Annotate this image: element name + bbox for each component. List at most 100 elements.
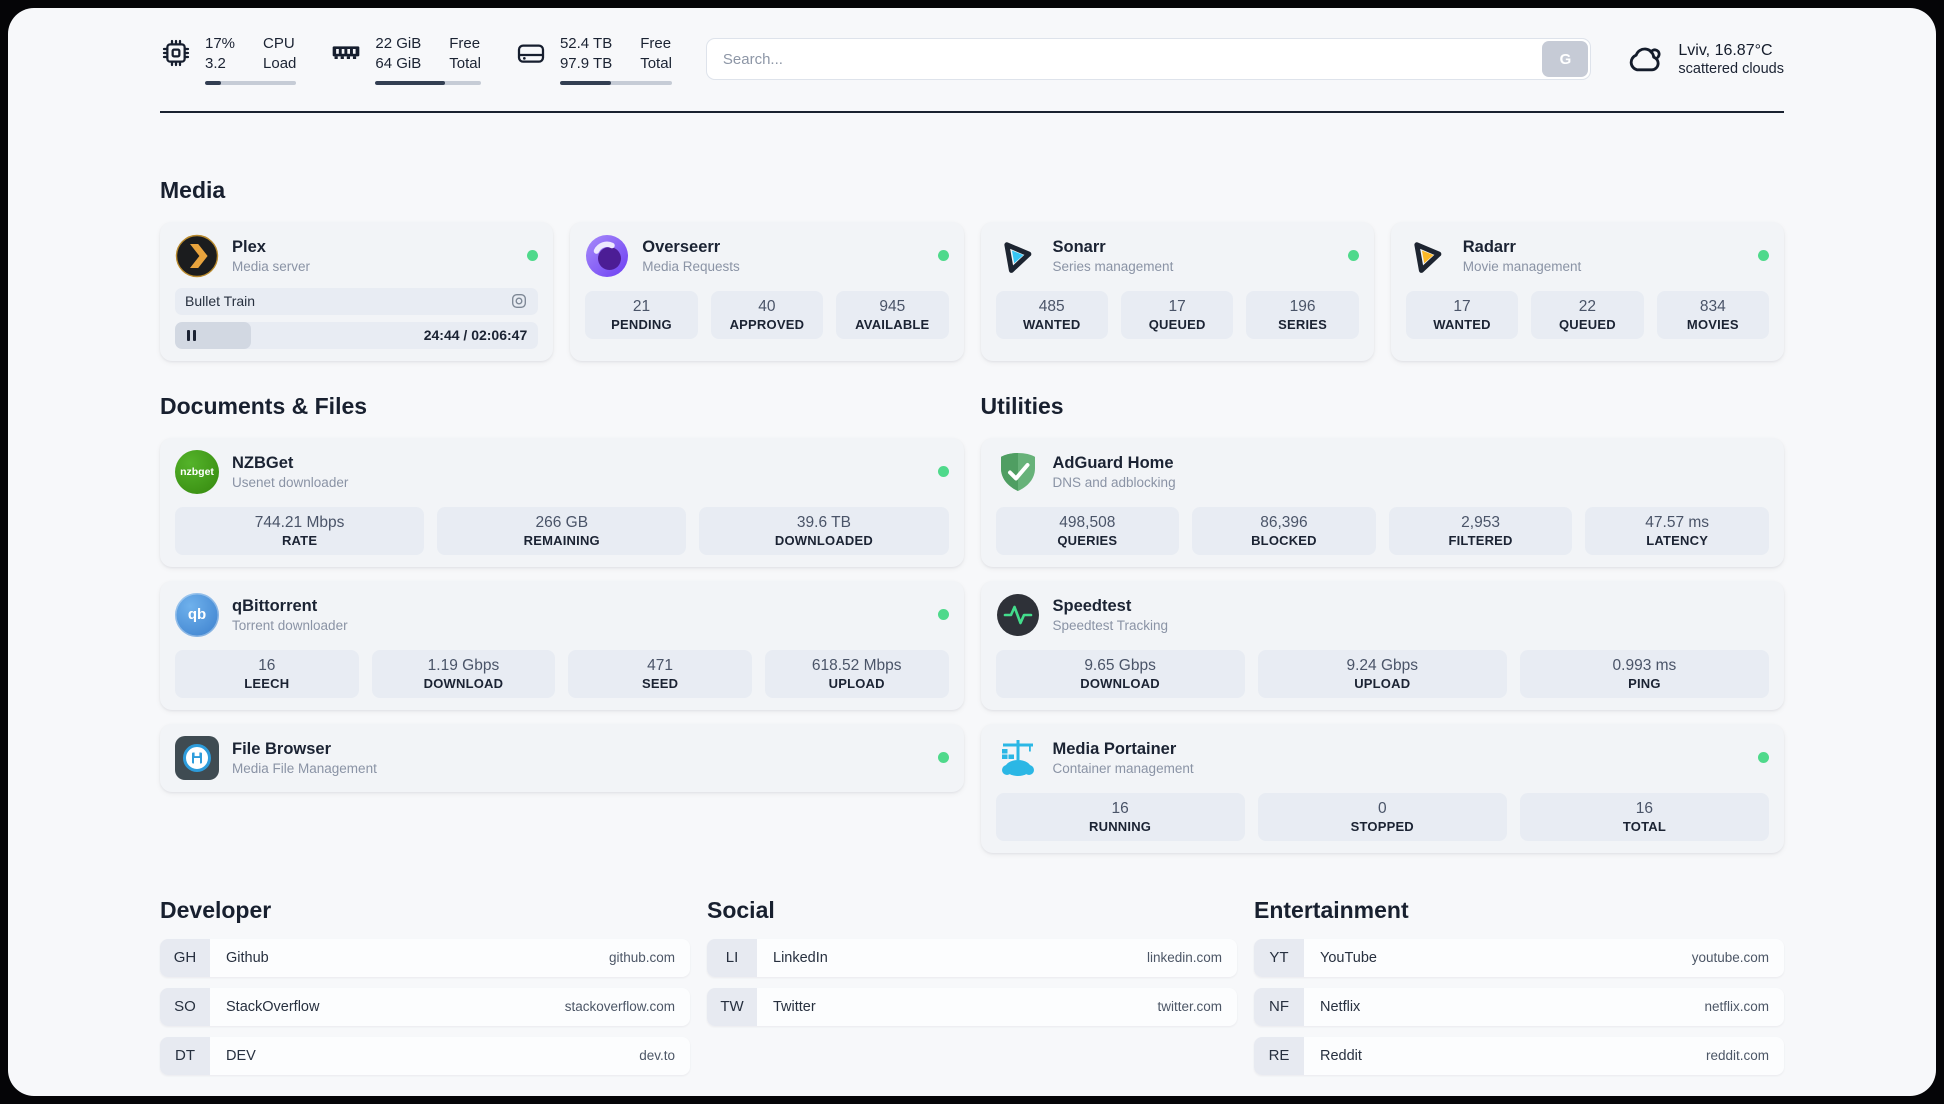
bookmark-group-entertainment: Entertainment YT YouTube youtube.com NF … <box>1254 897 1784 1075</box>
dashboard: 17% 3.2 CPU Load 22 GiB 64 GiB Free Tota… <box>8 8 1936 1096</box>
stat-value: 498,508 <box>1059 513 1116 531</box>
bookmark-netflix[interactable]: NF Netflix netflix.com <box>1254 987 1784 1026</box>
status-dot <box>937 752 949 764</box>
service-card-sonarr[interactable]: Sonarr Series management 485 WANTED 17 Q… <box>980 221 1374 361</box>
service-card-plex[interactable]: Plex Media server Bullet Train 24:44 / 0 <box>160 221 554 361</box>
bookmark-reddit[interactable]: RE Reddit reddit.com <box>1254 1036 1784 1075</box>
service-card-nzbget[interactable]: nzbget NZBGet Usenet downloader 744.21 M… <box>160 437 964 567</box>
stat-label: PING <box>1628 675 1661 691</box>
section-heading-social: Social <box>707 896 775 923</box>
stat-queries: 498,508 QUERIES <box>995 506 1180 555</box>
search-engine-button[interactable]: G <box>1542 41 1589 78</box>
disk-widget: 52.4 TB 97.9 TB Free Total <box>515 34 672 85</box>
bookmark-url: stackoverflow.com <box>564 999 675 1015</box>
stat-leech: 16 LEECH <box>175 649 359 698</box>
stat-value: 22 <box>1578 297 1596 315</box>
bookmark-url: youtube.com <box>1691 950 1769 966</box>
memory-widget: 22 GiB 64 GiB Free Total <box>330 34 481 85</box>
stat-upload: 618.52 Mbps UPLOAD <box>764 649 949 698</box>
qbittorrent-icon: qb <box>175 592 219 637</box>
plex-icon <box>175 234 219 278</box>
bookmark-dev[interactable]: DT DEV dev.to <box>160 1036 690 1075</box>
bookmark-group-developer: Developer GH Github github.com SO StackO… <box>160 897 690 1075</box>
stat-label: RATE <box>281 532 318 548</box>
stat-value: 21 <box>632 297 651 315</box>
service-card-overseerr[interactable]: Overseerr Media Requests 21 PENDING 40 A… <box>570 221 964 361</box>
stat-label: STOPPED <box>1350 818 1414 834</box>
documents-column: Documents & Files nzbget NZBGet Usenet d… <box>160 393 964 792</box>
disk-labels: Free Total <box>640 35 672 72</box>
bookmark-name: Github <box>226 949 269 966</box>
speedtest-icon <box>996 593 1040 637</box>
stat-value: 16 <box>258 656 276 674</box>
bookmark-name: Netflix <box>1320 998 1361 1015</box>
stat-available: 945 AVAILABLE <box>836 290 949 339</box>
stat-blocked: 86,396 BLOCKED <box>1192 506 1376 555</box>
disk-progress-bar <box>559 80 672 85</box>
bookmark-url: reddit.com <box>1705 1048 1769 1064</box>
stat-value: 196 <box>1289 297 1316 315</box>
stat-value: 1.19 Gbps <box>427 656 500 674</box>
bookmark-youtube[interactable]: YT YouTube youtube.com <box>1254 938 1784 977</box>
section-heading-entertainment: Entertainment <box>1254 896 1409 923</box>
stat-label: WANTED <box>1433 316 1491 332</box>
bookmark-name: LinkedIn <box>773 949 828 966</box>
status-dot <box>1347 250 1359 262</box>
bookmark-name: DEV <box>226 1047 256 1064</box>
service-subtitle: Usenet downloader <box>232 474 349 490</box>
service-subtitle: Container management <box>1052 760 1194 776</box>
stat-pending: 21 PENDING <box>585 290 698 339</box>
service-title: Media Portainer <box>1052 739 1177 758</box>
section-heading-developer: Developer <box>160 896 272 923</box>
stat-value: 16 <box>1635 799 1654 817</box>
bookmark-stackoverflow[interactable]: SO StackOverflow stackoverflow.com <box>160 987 690 1026</box>
weather-widget: Lviv, 16.87°C scattered clouds <box>1625 39 1784 79</box>
service-title: Plex <box>232 237 266 256</box>
bookmark-name: Reddit <box>1320 1047 1362 1064</box>
service-card-filebrowser[interactable]: File Browser Media File Management <box>160 723 964 792</box>
stat-remaining: 266 GB REMAINING <box>437 506 687 555</box>
stat-label: SEED <box>641 675 679 691</box>
stat-value: 16 <box>1111 799 1129 817</box>
service-card-qbittorrent[interactable]: qb qBittorrent Torrent downloader 16 LEE… <box>160 580 964 710</box>
service-subtitle: Speedtest Tracking <box>1052 617 1169 633</box>
stat-label: MOVIES <box>1686 316 1739 332</box>
stat-series: 196 SERIES <box>1246 290 1359 339</box>
bookmark-abbr: LI <box>707 938 757 977</box>
stat-label: BLOCKED <box>1251 532 1317 548</box>
stat-label: UPLOAD <box>1354 675 1411 691</box>
bookmark-abbr: YT <box>1254 938 1304 977</box>
service-card-adguard[interactable]: AdGuard Home DNS and adblocking 498,508 … <box>980 437 1784 567</box>
section-heading-documents: Documents & Files <box>160 392 368 419</box>
stat-value: 0 <box>1377 799 1387 817</box>
media-card-grid: Plex Media server Bullet Train 24:44 / 0 <box>160 221 1784 361</box>
stat-running: 16 RUNNING <box>995 792 1245 841</box>
service-card-portainer[interactable]: Media Portainer Container management 16 … <box>980 723 1784 853</box>
stat-label: APPROVED <box>729 316 805 332</box>
radarr-icon <box>1406 234 1450 278</box>
pause-icon <box>187 329 196 341</box>
service-card-speedtest[interactable]: Speedtest Speedtest Tracking 9.65 Gbps D… <box>980 580 1784 710</box>
search-input[interactable] <box>705 38 1592 81</box>
bookmark-twitter[interactable]: TW Twitter twitter.com <box>707 987 1237 1026</box>
overseerr-icon <box>585 234 629 278</box>
bookmark-name: Twitter <box>773 998 816 1015</box>
stat-label: DOWNLOAD <box>1080 675 1160 691</box>
cpu-progress-bar <box>205 80 297 85</box>
stat-ping: 0.993 ms PING <box>1519 649 1770 698</box>
bookmark-github[interactable]: GH Github github.com <box>160 938 690 977</box>
stat-download: 1.19 Gbps DOWNLOAD <box>371 649 556 698</box>
stat-value: 39.6 TB <box>796 513 851 531</box>
bookmark-url: linkedin.com <box>1146 950 1222 966</box>
stat-seed: 471 SEED <box>568 649 752 698</box>
stat-download: 9.65 Gbps DOWNLOAD <box>995 649 1245 698</box>
stat-total: 16 TOTAL <box>1519 792 1770 841</box>
bookmark-url: twitter.com <box>1157 999 1222 1015</box>
service-card-radarr[interactable]: Radarr Movie management 17 WANTED 22 QUE… <box>1390 221 1784 361</box>
memory-labels: Free Total <box>449 35 481 72</box>
filebrowser-icon <box>175 735 219 780</box>
nzbget-icon: nzbget <box>175 449 219 494</box>
now-playing-row: Bullet Train <box>175 287 539 315</box>
section-heading-media: Media <box>160 176 226 203</box>
bookmark-linkedin[interactable]: LI LinkedIn linkedin.com <box>707 938 1237 977</box>
